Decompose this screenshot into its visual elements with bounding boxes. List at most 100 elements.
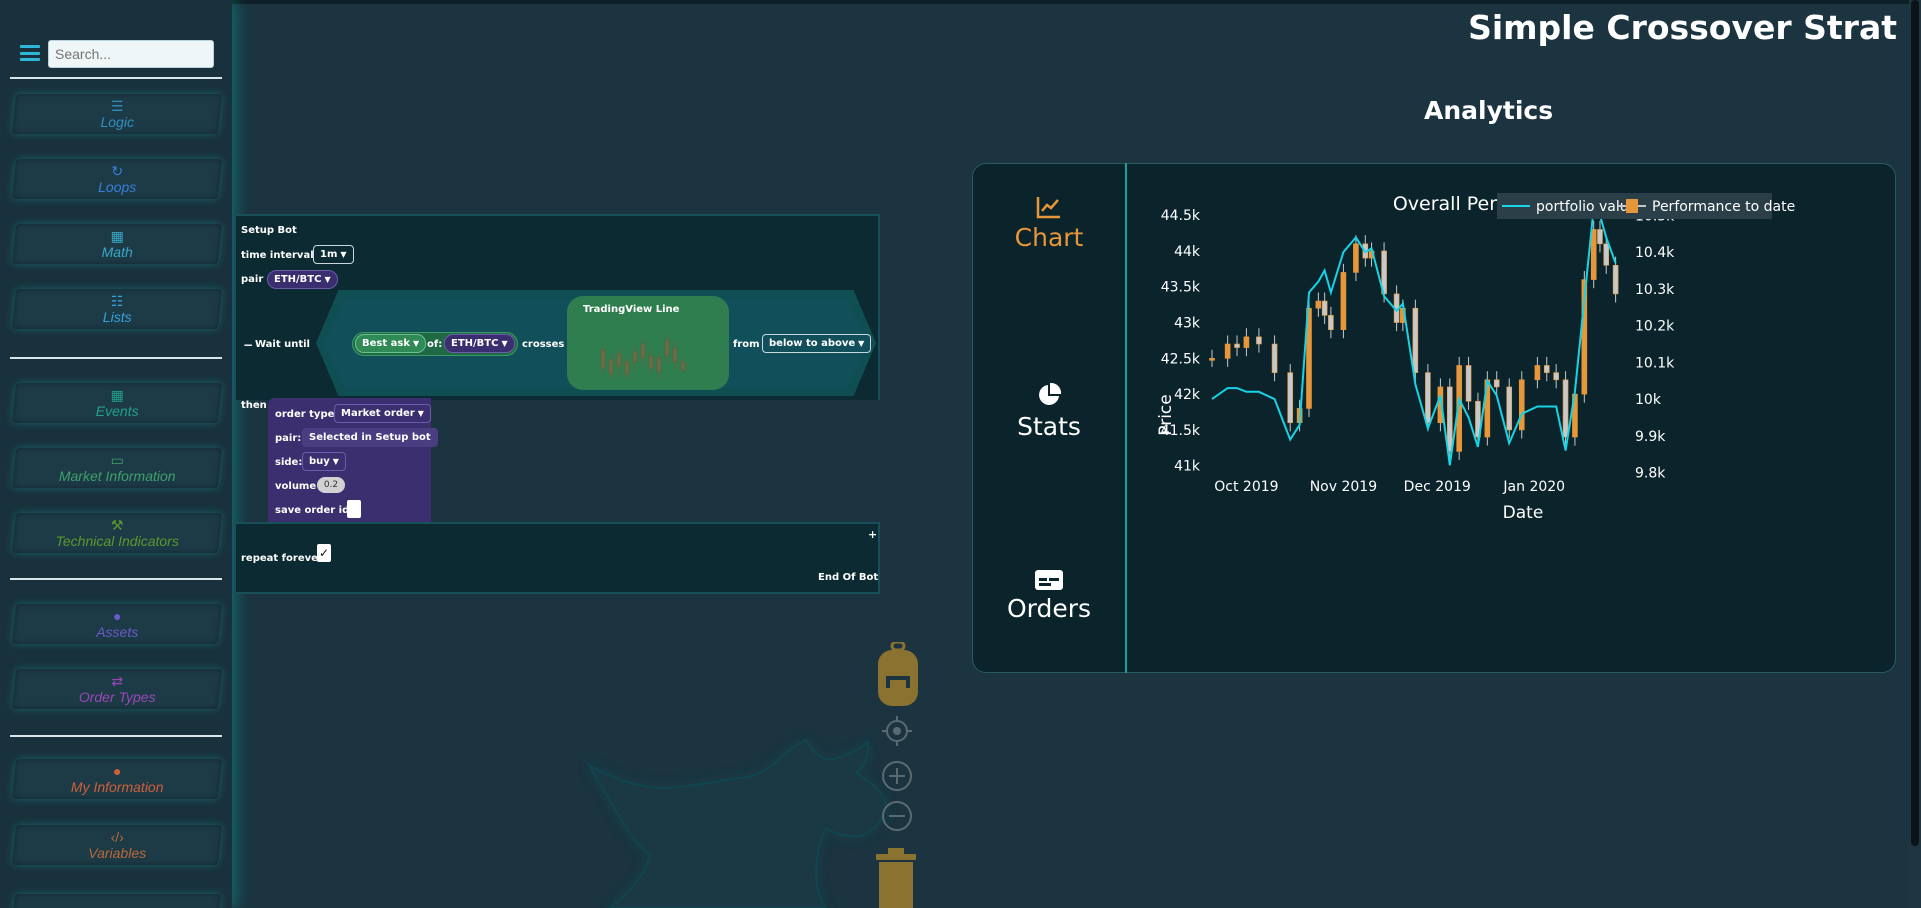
candle-body [1562, 379, 1569, 438]
wait-until-label: Wait until [255, 339, 310, 350]
performance-chart[interactable]: Overall PerformanceDatePrice44.5k44k43.5… [1140, 180, 1840, 640]
time-interval-dropdown[interactable]: 1m ▼ [313, 245, 354, 264]
y-tick-left: 43.5k [1161, 280, 1201, 296]
code-icon: ‹/› [110, 829, 124, 845]
zoom-in-icon[interactable] [881, 760, 913, 792]
candle-body [1256, 336, 1262, 345]
volume-label: volume [275, 481, 317, 492]
zoom-out-icon[interactable] [881, 800, 913, 832]
repeat-forever-checkbox[interactable]: ✓ [317, 544, 331, 562]
user-icon: ● [112, 763, 122, 779]
search-input[interactable] [48, 40, 214, 68]
tab-stats[interactable]: Stats [990, 382, 1108, 441]
repeat-forever-label: repeat forever [241, 553, 323, 564]
sidebar-category-label: Math [101, 244, 133, 260]
add-statement-button[interactable]: + [868, 528, 877, 541]
from-label: from [733, 339, 760, 350]
strategy-title: Simple Crossover Strat [1468, 8, 1897, 47]
sidebar-category-variables[interactable]: ‹/› Variables [11, 825, 223, 865]
candle-body [1224, 343, 1231, 359]
sidebar-category-label: Lists [102, 309, 132, 325]
x-axis-label: Date [1503, 503, 1544, 523]
save-order-id-checkbox[interactable] [347, 500, 361, 518]
y-tick-right: 10.3k [1635, 282, 1675, 298]
candle-body [1553, 372, 1559, 381]
sidebar-divider [10, 735, 222, 737]
x-tick-label: Nov 2019 [1310, 479, 1377, 495]
y-tick-right: 9.8k [1635, 466, 1666, 482]
top-edge [0, 0, 1921, 4]
sidebar-divider [10, 357, 222, 359]
sidebar-category-my-information[interactable]: ● My Information [11, 759, 223, 799]
logic-icon: ☰ [110, 98, 124, 114]
list-icon: ☷ [110, 293, 124, 309]
y-tick-right: 10.4k [1635, 245, 1675, 261]
order-type-dropdown[interactable]: Market order ▼ [334, 404, 431, 423]
side-dropdown[interactable]: buy ▼ [302, 452, 346, 471]
setup-bot-title: Setup Bot [241, 225, 297, 236]
sidebar-category-logic[interactable]: ☰ Logic [11, 94, 223, 134]
target-icon[interactable] [882, 716, 912, 746]
candle-body [1518, 379, 1525, 431]
y-tick-left: 42.5k [1161, 351, 1201, 367]
candle-body [1234, 343, 1240, 348]
sidebar-category-order-types[interactable]: ⇄ Order Types [11, 669, 223, 709]
sidebar-category-loops[interactable]: ↻ Loops [11, 159, 223, 199]
pair-dropdown[interactable]: ETH/BTC ▼ [267, 270, 338, 289]
sidebar-category-assets[interactable]: ● Assets [11, 604, 223, 644]
analytics-tab-divider [1125, 163, 1127, 673]
y-tick-left: 42k [1174, 387, 1201, 403]
tradingview-line-title: TradingView Line [583, 304, 680, 315]
sidebar-category-partial[interactable] [12, 894, 222, 908]
save-order-id-label: save order id: [275, 505, 354, 516]
wrench-icon: ⚒ [110, 517, 124, 533]
sidebar-category-technical-indicators[interactable]: ⚒ Technical Indicators [11, 513, 223, 553]
chart-line-icon [1036, 197, 1060, 219]
y-tick-left: 44k [1174, 244, 1201, 260]
exchange-icon: ⇄ [111, 673, 124, 689]
volume-input[interactable]: 0.2 [317, 477, 345, 493]
analytics-title: Analytics [1424, 96, 1554, 125]
y-tick-left: 44.5k [1161, 208, 1201, 224]
scrollbar-thumb[interactable] [1911, 0, 1919, 846]
card-icon [1035, 570, 1063, 590]
trash-icon[interactable] [876, 848, 916, 908]
tab-orders[interactable]: Orders [990, 570, 1108, 623]
tab-stats-label: Stats [1017, 412, 1081, 441]
candle-body [1328, 315, 1334, 330]
from-direction-dropdown[interactable]: below to above ▼ [762, 334, 872, 353]
candle-body [1340, 272, 1347, 330]
tradingview-line-block[interactable]: TradingView Line [567, 296, 729, 390]
sidebar-category-lists[interactable]: ☷ Lists [11, 289, 223, 329]
sidebar-category-market-information[interactable]: ▭ Market Information [11, 448, 223, 488]
sidebar-category-label: Loops [98, 179, 137, 195]
candle-body [1534, 365, 1541, 381]
candle-body [1603, 243, 1610, 266]
candle-body [1597, 229, 1603, 245]
backpack-icon[interactable] [876, 642, 920, 706]
sidebar-category-label: Variables [88, 845, 147, 861]
y-tick-right: 10.1k [1635, 355, 1675, 371]
candle-body [1465, 365, 1472, 402]
legend-label-performance: Performance to date [1652, 199, 1795, 215]
page-scrollbar[interactable] [1909, 0, 1921, 908]
candle-body [1243, 336, 1250, 348]
sidebar-divider [10, 77, 222, 79]
order-pair-label: pair: [275, 433, 302, 444]
tab-chart-label: Chart [1014, 223, 1084, 252]
sidebar-category-label: Order Types [78, 689, 156, 705]
then-label: then [241, 400, 267, 411]
of-pair-dropdown[interactable]: ETH/BTC ▼ [444, 334, 515, 353]
y-tick-right: 10k [1635, 392, 1662, 408]
order-pair-value: Selected in Setup bot [302, 428, 438, 447]
collapse-toggle[interactable]: − [243, 338, 253, 352]
loop-icon: ↻ [111, 163, 124, 179]
hamburger-menu-icon[interactable] [20, 45, 40, 61]
sidebar-category-label: Logic [100, 114, 134, 130]
price-type-dropdown[interactable]: Best ask ▼ [355, 334, 427, 353]
legend-swatch-performance [1626, 199, 1638, 213]
sidebar-category-math[interactable]: ▦ Math [11, 224, 223, 264]
tab-chart[interactable]: Chart [990, 195, 1108, 252]
sidebar-category-events[interactable]: ▦ Events [11, 383, 223, 423]
candle-body [1506, 386, 1513, 431]
